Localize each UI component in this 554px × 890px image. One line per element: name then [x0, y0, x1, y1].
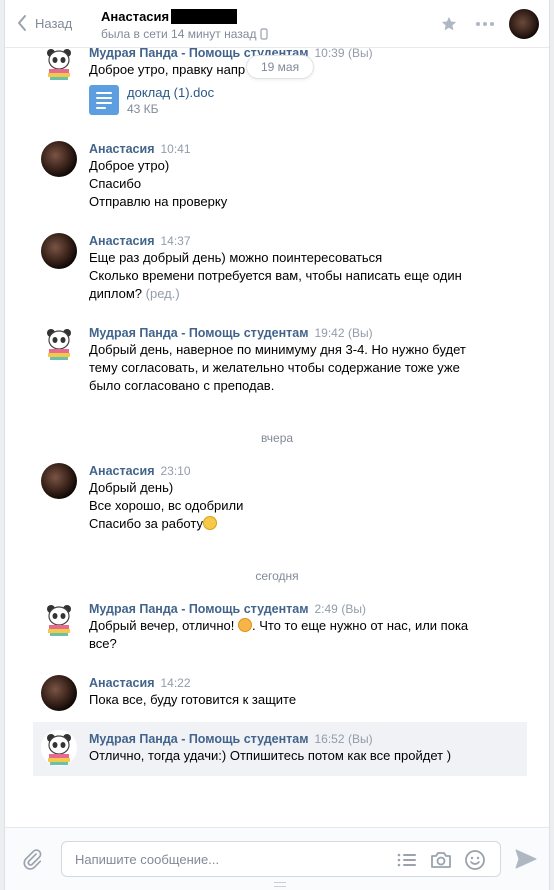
- message-time[interactable]: 16:52: [314, 732, 344, 746]
- you-label: (Вы): [341, 602, 366, 616]
- message-author[interactable]: Мудрая Панда - Помощь студентам: [89, 326, 308, 340]
- message-text: . Что то еще нужно от нас, или пока: [251, 618, 469, 633]
- panda-avatar-icon[interactable]: [41, 730, 77, 766]
- avatar[interactable]: [41, 463, 77, 499]
- message-item[interactable]: Анастасия 10:41 Доброе утро) Спасибо Отпр…: [33, 141, 527, 211]
- message-text: Добрый вечер, отлично!: [89, 618, 235, 633]
- message-text-last: диплом? (ред.): [89, 285, 527, 303]
- doc-file-icon: [89, 85, 119, 115]
- message-text: тему согласовать, и желательно чтобы сод…: [89, 360, 460, 375]
- paperclip-icon[interactable]: [21, 848, 43, 873]
- peer-status: была в сети 14 минут назад: [101, 27, 257, 41]
- love-emoji-icon: [237, 618, 252, 632]
- message-text: Спасибо: [89, 176, 142, 191]
- message-text: Сколько времени потребуется вам, чтобы н…: [89, 268, 462, 283]
- message-header: Анастасия 23:10: [89, 463, 527, 479]
- message-item[interactable]: Анастасия 14:22 Пока все, буду готовится …: [33, 675, 527, 711]
- peer-info[interactable]: Анастасия была в сети 14 минут назад: [101, 9, 269, 41]
- message-author[interactable]: Мудрая Панда - Помощь студентам: [89, 732, 308, 746]
- message-header: Анастасия 14:37: [89, 233, 527, 249]
- avatar[interactable]: [41, 233, 77, 269]
- message-author[interactable]: Анастасия: [89, 142, 155, 156]
- resize-grip[interactable]: [274, 882, 286, 887]
- message-author[interactable]: Анастасия: [89, 676, 155, 690]
- date-separator: вчера: [260, 431, 294, 445]
- message-composer: Напишите сообщение...: [5, 827, 549, 890]
- message-item-selected[interactable]: Мудрая Панда - Помощь студентам 16:52 (Вы…: [33, 722, 527, 776]
- message-item[interactable]: Анастасия 23:10 Добрый день) Все хорошо, …: [33, 463, 527, 533]
- peer-avatar[interactable]: [509, 9, 539, 39]
- back-button[interactable]: Назад: [17, 14, 72, 32]
- back-label: Назад: [35, 15, 73, 31]
- file-size: 43 КБ: [127, 102, 159, 116]
- send-icon[interactable]: [515, 849, 537, 872]
- message-item[interactable]: Анастасия 14:37 Еще раз добрый день) можн…: [33, 233, 527, 303]
- floating-date: 19 мая: [246, 55, 315, 79]
- message-time[interactable]: 14:22: [161, 676, 191, 690]
- message-input[interactable]: Напишите сообщение...: [61, 841, 501, 877]
- peer-name-row: Анастасия: [101, 9, 268, 24]
- message-header: Мудрая Панда - Помощь студентам 2:49 (Вы): [89, 601, 527, 617]
- message-time[interactable]: 10:41: [161, 142, 191, 156]
- you-label: (Вы): [348, 48, 373, 60]
- message-author[interactable]: Анастасия: [89, 464, 155, 478]
- chat-window: Назад Анастасия была в сети 14 минут наз…: [4, 0, 550, 890]
- message-text: Еще раз добрый день) можно поинтересоват…: [89, 250, 383, 265]
- message-text-last: Спасибо за работу: [89, 515, 527, 533]
- you-label: (Вы): [348, 326, 373, 340]
- input-actions: [390, 848, 492, 872]
- message-placeholder: Напишите сообщение...: [75, 852, 220, 867]
- message-header: Анастасия 10:41: [89, 141, 527, 157]
- message-header: Мудрая Панда - Помощь студентам 19:42 (Вы…: [89, 325, 527, 341]
- file-attachment[interactable]: доклад (1).doc 43 КБ: [89, 85, 527, 117]
- more-icon[interactable]: [467, 8, 503, 40]
- file-name[interactable]: доклад (1).doc: [127, 85, 214, 101]
- avatar[interactable]: [41, 675, 77, 711]
- phone-icon: [260, 28, 269, 40]
- back-arrow-icon: [18, 15, 26, 31]
- peer-name: Анастасия: [101, 9, 170, 24]
- message-text: Пока все, буду готовится к защите: [89, 692, 297, 707]
- message-time[interactable]: 14:37: [161, 234, 191, 248]
- redacted-surname: [171, 9, 238, 24]
- message-time[interactable]: 2:49: [314, 602, 337, 616]
- message-author[interactable]: Анастасия: [89, 234, 155, 248]
- message-text: было согласовано с преподав.: [89, 378, 275, 393]
- smile-icon[interactable]: [458, 848, 492, 872]
- message-text: Все хорошо, вс одобрили: [89, 498, 244, 513]
- message-text: Добрый день): [89, 480, 174, 495]
- you-label: (Вы): [348, 732, 373, 746]
- message-text: Отлично, тогда удачи:) Отпишитесь потом …: [89, 748, 452, 763]
- message-text: диплом?: [89, 286, 143, 301]
- message-item[interactable]: Мудрая Панда - Помощь студентам 19:42 (Вы…: [33, 325, 527, 395]
- message-time[interactable]: 10:39: [314, 48, 344, 60]
- message-text: Доброе утро): [89, 158, 170, 173]
- panda-avatar-icon[interactable]: [41, 48, 77, 81]
- header-actions: [431, 8, 549, 40]
- message-author[interactable]: Мудрая Панда - Помощь студентам: [89, 602, 308, 616]
- eyes-emoji-icon: [202, 516, 217, 530]
- star-icon[interactable]: [431, 8, 467, 40]
- message-text: Спасибо за работу: [89, 516, 203, 531]
- edited-label[interactable]: (ред.): [146, 286, 180, 301]
- panda-avatar-icon[interactable]: [41, 601, 77, 637]
- message-text: все?: [89, 636, 117, 651]
- chat-header: Назад Анастасия была в сети 14 минут наз…: [5, 0, 549, 48]
- panda-avatar-icon[interactable]: [41, 325, 77, 361]
- camera-icon[interactable]: [424, 848, 458, 872]
- message-time[interactable]: 23:10: [161, 464, 191, 478]
- date-separator: сегодня: [255, 569, 299, 583]
- avatar[interactable]: [41, 141, 77, 177]
- message-text: Отправлю на проверку: [89, 194, 228, 209]
- message-header: Мудрая Панда - Помощь студентам 16:52 (Вы…: [89, 731, 527, 747]
- file-meta: доклад (1).doc 43 КБ: [127, 85, 214, 117]
- message-history[interactable]: Мудрая Панда - Помощь студентам 10:39 (Вы…: [5, 48, 549, 827]
- message-time[interactable]: 19:42: [314, 326, 344, 340]
- message-text-first: Добрый вечер, отлично! . Что то еще нужн…: [89, 617, 527, 635]
- message-text: Добрый день, наверное по минимуму дня 3-…: [89, 342, 466, 357]
- peer-status-row: была в сети 14 минут назад: [101, 27, 269, 41]
- message-item[interactable]: Мудрая Панда - Помощь студентам 2:49 (Вы)…: [33, 601, 527, 653]
- template-icon[interactable]: [390, 848, 424, 872]
- message-header: Анастасия 14:22: [89, 675, 527, 691]
